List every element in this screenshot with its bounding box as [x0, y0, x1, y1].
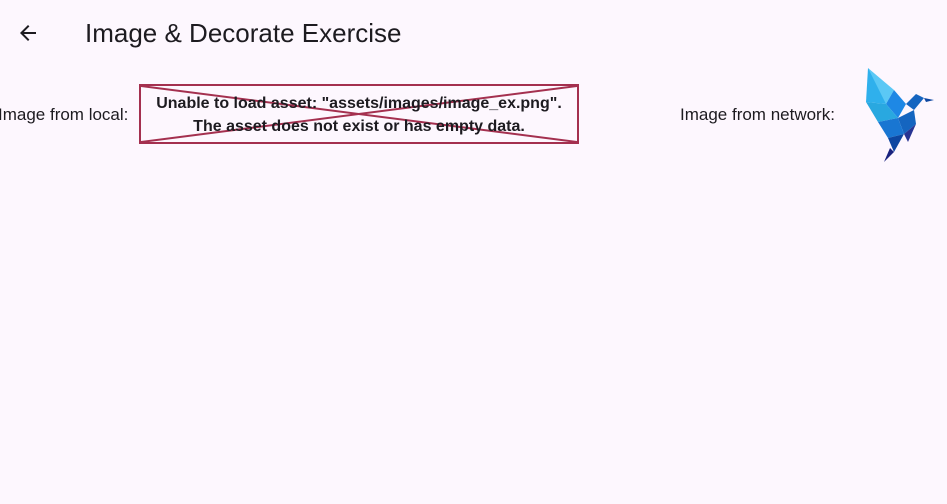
- app-bar: Image & Decorate Exercise: [0, 0, 947, 66]
- local-image-label: Image from local:: [0, 105, 129, 124]
- page-title: Image & Decorate Exercise: [85, 18, 402, 48]
- bird-logo-image: [866, 68, 934, 162]
- arrow-back-icon: [20, 25, 36, 41]
- error-message-line2: The asset does not exist or has empty da…: [193, 118, 525, 135]
- back-button[interactable]: [8, 13, 48, 53]
- error-message: Unable to load asset: "assets/images/ima…: [141, 92, 577, 138]
- image-row: Image from local: Unable to load asset: …: [0, 66, 947, 164]
- local-image-error: Unable to load asset: "assets/images/ima…: [139, 84, 579, 144]
- error-message-line1: Unable to load asset: "assets/images/ima…: [156, 95, 562, 112]
- network-image-label: Image from network:: [680, 105, 835, 124]
